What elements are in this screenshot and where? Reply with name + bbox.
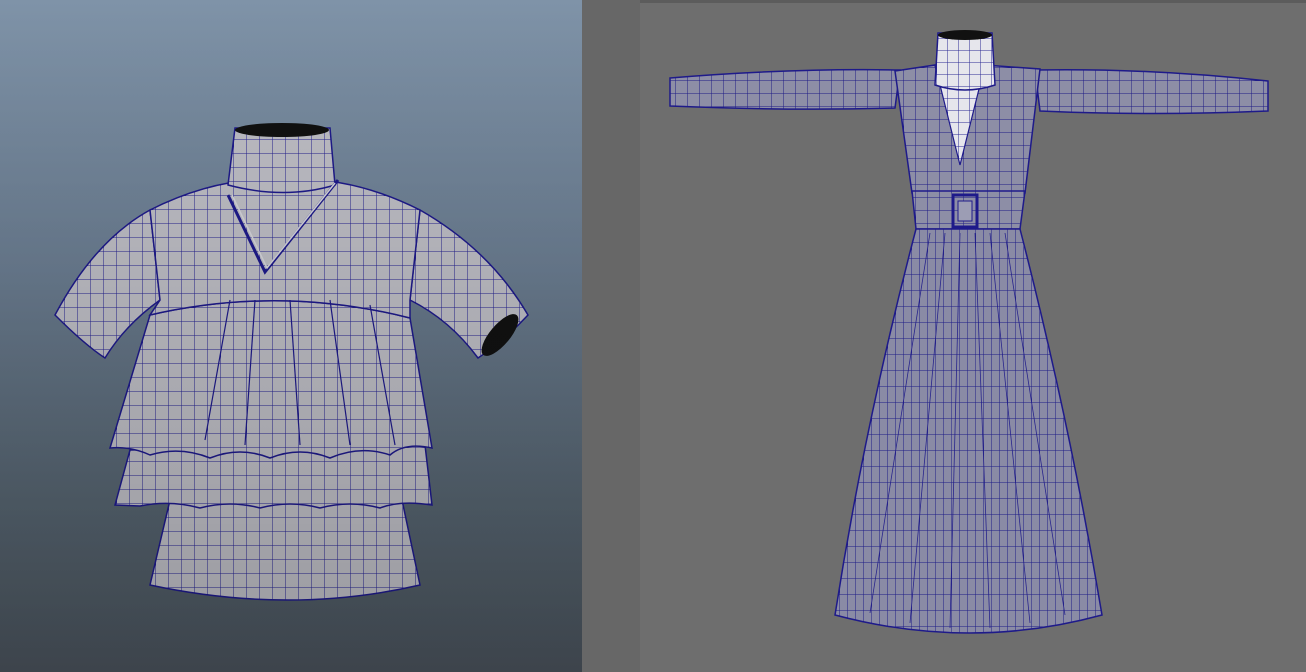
blouse-model-canvas[interactable] xyxy=(0,0,582,672)
dress-model-canvas[interactable] xyxy=(640,3,1306,672)
viewport-divider xyxy=(582,0,640,672)
neck-opening xyxy=(235,123,329,137)
viewport-right[interactable] xyxy=(640,3,1306,672)
viewport-left[interactable] xyxy=(0,0,582,672)
dress-skirt xyxy=(834,228,1103,634)
dress-right-sleeve xyxy=(1034,68,1269,115)
dress-neck xyxy=(934,32,996,91)
blouse-lower-torso xyxy=(149,499,421,601)
dress-neck-opening xyxy=(938,30,992,40)
blouse-neck xyxy=(227,127,336,194)
dress-left-sleeve xyxy=(669,68,901,110)
